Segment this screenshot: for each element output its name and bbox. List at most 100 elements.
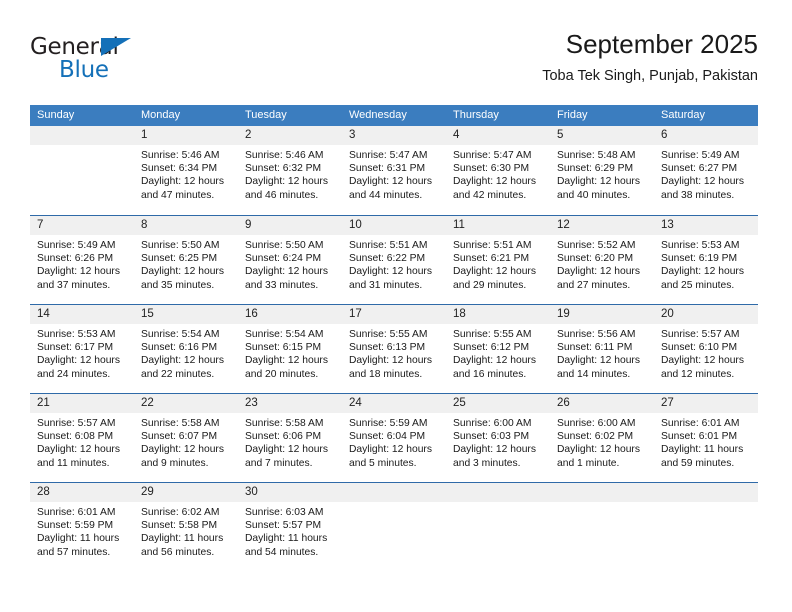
general-blue-logo[interactable]: General Blue [30, 34, 210, 90]
day-cell[interactable]: 5 Sunrise: 5:48 AM Sunset: 6:29 PM Dayli… [550, 126, 654, 215]
day-cell[interactable]: 11 Sunrise: 5:51 AM Sunset: 6:21 PM Dayl… [446, 216, 550, 304]
daylight-text-line1: Daylight: 12 hours [245, 444, 328, 456]
day-cell[interactable]: 14 Sunrise: 5:53 AM Sunset: 6:17 PM Dayl… [30, 305, 134, 393]
daylight-text-line1: Daylight: 12 hours [349, 176, 432, 188]
day-cell[interactable] [30, 126, 134, 215]
daylight-text-line1: Daylight: 12 hours [557, 176, 640, 188]
weekday-header-friday: Friday [557, 109, 588, 121]
day-cell[interactable]: 24 Sunrise: 5:59 AM Sunset: 6:04 PM Dayl… [342, 394, 446, 482]
day-info: Sunrise: 6:02 AM Sunset: 5:58 PM Dayligh… [134, 502, 238, 559]
sunrise-text: Sunrise: 5:53 AM [37, 329, 116, 340]
day-cell[interactable]: 29 Sunrise: 6:02 AM Sunset: 5:58 PM Dayl… [134, 483, 238, 571]
day-cell[interactable]: 17 Sunrise: 5:55 AM Sunset: 6:13 PM Dayl… [342, 305, 446, 393]
daylight-text-line1: Daylight: 12 hours [349, 444, 432, 456]
sunset-text: Sunset: 6:08 PM [37, 431, 114, 443]
sunrise-text: Sunrise: 5:57 AM [37, 418, 116, 429]
day-cell[interactable]: 20 Sunrise: 5:57 AM Sunset: 6:10 PM Dayl… [654, 305, 758, 393]
day-cell[interactable] [654, 483, 758, 571]
day-info: Sunrise: 5:51 AM Sunset: 6:21 PM Dayligh… [446, 235, 550, 292]
day-number: 8 [134, 216, 238, 235]
day-number: 22 [134, 394, 238, 413]
sunset-text: Sunset: 6:31 PM [349, 163, 426, 175]
sunrise-text: Sunrise: 5:51 AM [349, 240, 428, 251]
day-number: 12 [550, 216, 654, 235]
day-info: Sunrise: 5:56 AM Sunset: 6:11 PM Dayligh… [550, 324, 654, 381]
day-cell[interactable]: 10 Sunrise: 5:51 AM Sunset: 6:22 PM Dayl… [342, 216, 446, 304]
sunset-text: Sunset: 5:58 PM [141, 520, 218, 532]
sunrise-text: Sunrise: 5:47 AM [453, 150, 532, 161]
calendar-page: General Blue September 2025 Toba Tek Sin… [0, 0, 792, 612]
daylight-text-line2: and 44 minutes. [349, 189, 423, 201]
day-number: 25 [446, 394, 550, 413]
daylight-text-line1: Daylight: 12 hours [141, 176, 224, 188]
day-cell[interactable]: 27 Sunrise: 6:01 AM Sunset: 6:01 PM Dayl… [654, 394, 758, 482]
weekday-header-monday: Monday [141, 109, 181, 121]
day-info: Sunrise: 5:55 AM Sunset: 6:13 PM Dayligh… [342, 324, 446, 381]
weekday-header-sunday: Sunday [37, 109, 75, 121]
day-number: 27 [654, 394, 758, 413]
day-info: Sunrise: 5:49 AM Sunset: 6:26 PM Dayligh… [30, 235, 134, 292]
day-cell[interactable]: 9 Sunrise: 5:50 AM Sunset: 6:24 PM Dayli… [238, 216, 342, 304]
day-cell[interactable]: 3 Sunrise: 5:47 AM Sunset: 6:31 PM Dayli… [342, 126, 446, 215]
sunrise-text: Sunrise: 5:50 AM [245, 240, 324, 251]
day-number: 9 [238, 216, 342, 235]
day-cell[interactable]: 4 Sunrise: 5:47 AM Sunset: 6:30 PM Dayli… [446, 126, 550, 215]
day-number: 16 [238, 305, 342, 324]
sunset-text: Sunset: 6:06 PM [245, 431, 322, 443]
daylight-text-line1: Daylight: 12 hours [141, 266, 224, 278]
day-cell[interactable]: 6 Sunrise: 5:49 AM Sunset: 6:27 PM Dayli… [654, 126, 758, 215]
day-info: Sunrise: 5:58 AM Sunset: 6:06 PM Dayligh… [238, 413, 342, 470]
day-cell[interactable]: 22 Sunrise: 5:58 AM Sunset: 6:07 PM Dayl… [134, 394, 238, 482]
day-info: Sunrise: 5:57 AM Sunset: 6:10 PM Dayligh… [654, 324, 758, 381]
day-cell[interactable]: 19 Sunrise: 5:56 AM Sunset: 6:11 PM Dayl… [550, 305, 654, 393]
sunset-text: Sunset: 6:13 PM [349, 342, 426, 354]
sunrise-text: Sunrise: 5:54 AM [141, 329, 220, 340]
day-cell[interactable]: 2 Sunrise: 5:46 AM Sunset: 6:32 PM Dayli… [238, 126, 342, 215]
week-row: 1 Sunrise: 5:46 AM Sunset: 6:34 PM Dayli… [30, 126, 758, 215]
daylight-text-line2: and 47 minutes. [141, 189, 215, 201]
day-cell[interactable]: 16 Sunrise: 5:54 AM Sunset: 6:15 PM Dayl… [238, 305, 342, 393]
day-cell[interactable]: 18 Sunrise: 5:55 AM Sunset: 6:12 PM Dayl… [446, 305, 550, 393]
day-cell[interactable]: 13 Sunrise: 5:53 AM Sunset: 6:19 PM Dayl… [654, 216, 758, 304]
day-cell[interactable]: 25 Sunrise: 6:00 AM Sunset: 6:03 PM Dayl… [446, 394, 550, 482]
daylight-text-line2: and 35 minutes. [141, 279, 215, 291]
sunset-text: Sunset: 5:57 PM [245, 520, 322, 532]
day-cell[interactable]: 26 Sunrise: 6:00 AM Sunset: 6:02 PM Dayl… [550, 394, 654, 482]
day-info: Sunrise: 6:03 AM Sunset: 5:57 PM Dayligh… [238, 502, 342, 559]
sunset-text: Sunset: 6:34 PM [141, 163, 218, 175]
day-number [550, 483, 654, 502]
day-cell[interactable]: 21 Sunrise: 5:57 AM Sunset: 6:08 PM Dayl… [30, 394, 134, 482]
day-cell[interactable] [550, 483, 654, 571]
day-cell[interactable]: 30 Sunrise: 6:03 AM Sunset: 5:57 PM Dayl… [238, 483, 342, 571]
day-info [446, 502, 550, 506]
day-cell[interactable]: 15 Sunrise: 5:54 AM Sunset: 6:16 PM Dayl… [134, 305, 238, 393]
daylight-text-line1: Daylight: 12 hours [557, 266, 640, 278]
daylight-text-line2: and 12 minutes. [661, 368, 735, 380]
day-info: Sunrise: 6:00 AM Sunset: 6:02 PM Dayligh… [550, 413, 654, 470]
sunrise-text: Sunrise: 6:00 AM [557, 418, 636, 429]
daylight-text-line1: Daylight: 11 hours [141, 533, 224, 545]
day-number [446, 483, 550, 502]
daylight-text-line2: and 33 minutes. [245, 279, 319, 291]
day-info [654, 502, 758, 506]
daylight-text-line1: Daylight: 12 hours [453, 355, 536, 367]
day-cell[interactable]: 28 Sunrise: 6:01 AM Sunset: 5:59 PM Dayl… [30, 483, 134, 571]
week-row: 21 Sunrise: 5:57 AM Sunset: 6:08 PM Dayl… [30, 393, 758, 482]
day-cell[interactable]: 12 Sunrise: 5:52 AM Sunset: 6:20 PM Dayl… [550, 216, 654, 304]
sunrise-text: Sunrise: 5:46 AM [141, 150, 220, 161]
calendar-grid: Sunday Monday Tuesday Wednesday Thursday… [30, 105, 758, 571]
day-cell[interactable]: 7 Sunrise: 5:49 AM Sunset: 6:26 PM Dayli… [30, 216, 134, 304]
day-cell[interactable]: 1 Sunrise: 5:46 AM Sunset: 6:34 PM Dayli… [134, 126, 238, 215]
day-cell[interactable]: 23 Sunrise: 5:58 AM Sunset: 6:06 PM Dayl… [238, 394, 342, 482]
day-cell[interactable]: 8 Sunrise: 5:50 AM Sunset: 6:25 PM Dayli… [134, 216, 238, 304]
day-info: Sunrise: 5:53 AM Sunset: 6:19 PM Dayligh… [654, 235, 758, 292]
daylight-text-line2: and 18 minutes. [349, 368, 423, 380]
sunrise-text: Sunrise: 5:52 AM [557, 240, 636, 251]
daylight-text-line1: Daylight: 12 hours [557, 355, 640, 367]
day-cell[interactable] [446, 483, 550, 571]
day-number: 14 [30, 305, 134, 324]
day-info: Sunrise: 5:48 AM Sunset: 6:29 PM Dayligh… [550, 145, 654, 202]
daylight-text-line2: and 25 minutes. [661, 279, 735, 291]
day-number: 4 [446, 126, 550, 145]
day-cell[interactable] [342, 483, 446, 571]
